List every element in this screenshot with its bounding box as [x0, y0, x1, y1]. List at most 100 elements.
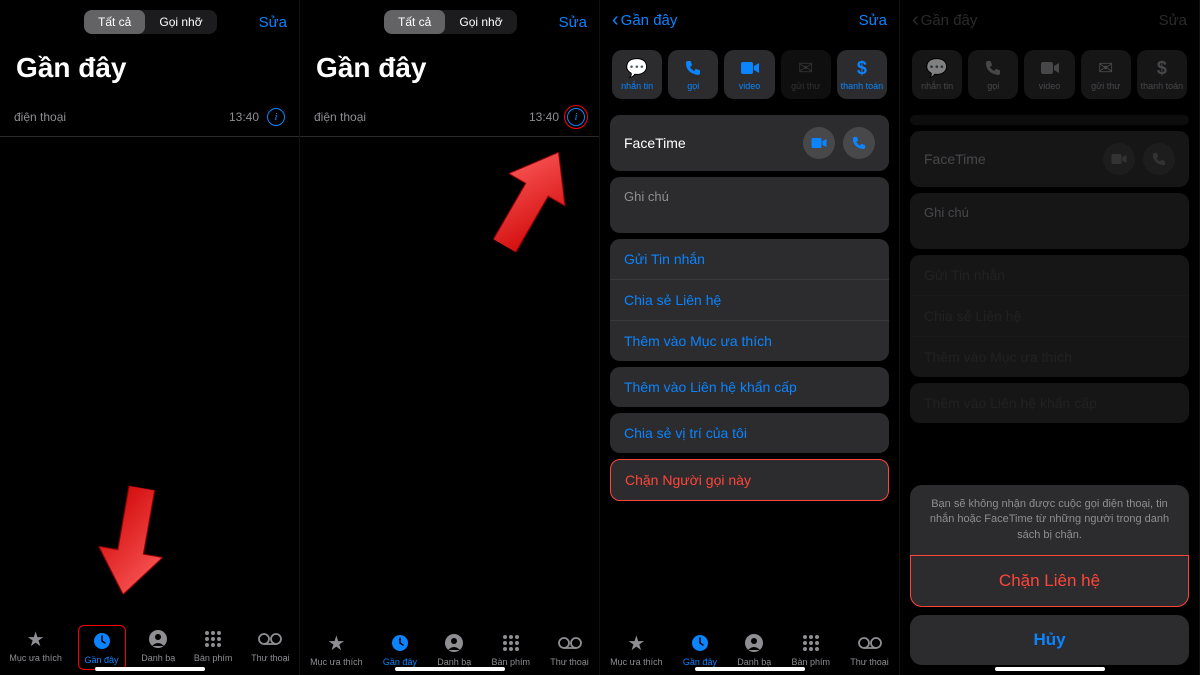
topbar: ‹Gần đây Sửa	[900, 0, 1199, 40]
tab-recents[interactable]: Gần đây	[683, 632, 717, 667]
topbar: Tất cả Gọi nhỡ Sửa	[300, 0, 599, 44]
action-sheet: Bạn sẽ không nhận được cuộc gọi điện tho…	[900, 475, 1199, 675]
notes-section[interactable]: Ghi chú	[610, 177, 889, 233]
mail-icon: ✉	[798, 58, 813, 78]
mail-icon: ✉	[1098, 58, 1113, 78]
call-label: điện thoại	[314, 110, 366, 124]
person-icon	[148, 628, 168, 650]
call-row[interactable]: điện thoại 13:40 i	[0, 98, 299, 137]
placeholder	[910, 115, 1189, 125]
tab-contacts[interactable]: Danh bạ	[737, 632, 771, 667]
edit-button[interactable]: Sửa	[559, 14, 587, 31]
screen-1: Tất cả Gọi nhỡ Sửa Gần đây điện thoại 13…	[0, 0, 300, 675]
home-indicator[interactable]	[995, 667, 1105, 671]
notes-section: Ghi chú	[910, 193, 1189, 249]
tab-favorites[interactable]: ★Mục ưa thích	[9, 628, 62, 667]
sheet-cancel-button[interactable]: Hủy	[910, 615, 1189, 665]
info-icon[interactable]: i	[567, 108, 585, 126]
tab-keypad[interactable]: Bàn phím	[791, 632, 830, 667]
call-row[interactable]: điện thoại 13:40 i	[300, 98, 599, 137]
seg-missed[interactable]: Gọi nhỡ	[145, 10, 216, 34]
screen-3: ‹Gần đây Sửa 💬nhắn tin gọi video ✉gửi th…	[600, 0, 900, 675]
menu-list-2: Thêm vào Liên hệ khẩn cấp	[610, 367, 889, 407]
menu-share-contact: Chia sẻ Liên hệ	[910, 296, 1189, 337]
action-pay: $thanh toán	[1137, 50, 1187, 99]
person-icon	[744, 632, 764, 654]
menu-add-favorite: Thêm vào Mục ưa thích	[910, 337, 1189, 377]
menu-list-2: Thêm vào Liên hệ khẩn cấp	[910, 383, 1189, 423]
seg-missed[interactable]: Gọi nhỡ	[445, 10, 516, 34]
tab-contacts[interactable]: Danh bạ	[141, 628, 175, 667]
action-message[interactable]: 💬nhắn tin	[612, 50, 662, 99]
home-indicator[interactable]	[695, 667, 805, 671]
tab-favorites[interactable]: ★Mục ưa thích	[310, 632, 363, 667]
star-icon: ★	[27, 628, 45, 650]
back-button[interactable]: ‹Gần đây	[612, 10, 677, 30]
action-video[interactable]: video	[724, 50, 774, 99]
tab-voicemail[interactable]: Thư thoại	[850, 632, 889, 667]
tab-voicemail[interactable]: Thư thoại	[251, 628, 290, 667]
seg-all[interactable]: Tất cả	[384, 10, 445, 34]
tab-recents[interactable]: Gần đây	[383, 632, 417, 667]
action-mail: ✉gửi thư	[1081, 50, 1131, 99]
menu-emergency[interactable]: Thêm vào Liên hệ khẩn cấp	[610, 367, 889, 407]
facetime-row: FaceTime	[610, 115, 889, 171]
dollar-icon: $	[1157, 58, 1167, 78]
action-row: 💬nhắn tin gọi video ✉gửi thư $thanh toán	[600, 40, 899, 109]
menu-add-favorite[interactable]: Thêm vào Mục ưa thích	[610, 321, 889, 361]
star-icon: ★	[327, 632, 345, 654]
tab-voicemail[interactable]: Thư thoại	[550, 632, 589, 667]
tab-keypad[interactable]: Bàn phím	[194, 628, 233, 667]
action-call[interactable]: gọi	[668, 50, 718, 99]
clock-icon	[92, 630, 112, 652]
edit-button[interactable]: Sửa	[859, 12, 887, 29]
menu-send-message: Gửi Tin nhắn	[910, 255, 1189, 296]
pointer-arrow	[476, 136, 586, 262]
keypad-icon	[501, 632, 521, 654]
action-pay[interactable]: $thanh toán	[837, 50, 887, 99]
keypad-icon	[801, 632, 821, 654]
sheet-block-button[interactable]: Chặn Liên hệ	[910, 555, 1189, 607]
facetime-audio-button	[1143, 143, 1175, 175]
pointer-arrow	[91, 482, 174, 600]
back-button: ‹Gần đây	[912, 10, 977, 30]
tab-favorites[interactable]: ★Mục ưa thích	[610, 632, 663, 667]
video-icon	[1041, 58, 1059, 78]
call-time: 13:40	[529, 110, 559, 124]
home-indicator[interactable]	[95, 667, 205, 671]
facetime-row: FaceTime	[910, 131, 1189, 187]
tab-keypad[interactable]: Bàn phím	[491, 632, 530, 667]
action-row: 💬nhắn tin gọi video ✉gửi thư $thanh toán	[900, 40, 1199, 109]
edit-button[interactable]: Sửa	[259, 14, 287, 31]
video-icon	[741, 58, 759, 78]
star-icon: ★	[627, 632, 645, 654]
segment-control[interactable]: Tất cả Gọi nhỡ	[84, 10, 217, 34]
seg-all[interactable]: Tất cả	[84, 10, 145, 34]
menu-block-caller[interactable]: Chặn Người gọi này	[610, 459, 889, 501]
facetime-label: FaceTime	[924, 151, 986, 167]
menu-send-message[interactable]: Gửi Tin nhắn	[610, 239, 889, 280]
action-mail: ✉gửi thư	[781, 50, 831, 99]
action-call: gọi	[968, 50, 1018, 99]
facetime-audio-button[interactable]	[843, 127, 875, 159]
menu-share-contact[interactable]: Chia sẻ Liên hệ	[610, 280, 889, 321]
segment-control[interactable]: Tất cả Gọi nhỡ	[384, 10, 517, 34]
menu-list-3: Chia sẻ vị trí của tôi	[610, 413, 889, 453]
facetime-video-button[interactable]	[803, 127, 835, 159]
screen-2: Tất cả Gọi nhỡ Sửa Gần đây điện thoại 13…	[300, 0, 600, 675]
page-title: Gần đây	[300, 44, 599, 98]
clock-icon	[390, 632, 410, 654]
chevron-left-icon: ‹	[912, 10, 919, 30]
facetime-label: FaceTime	[624, 135, 686, 151]
sheet-message: Bạn sẽ không nhận được cuộc gọi điện tho…	[910, 485, 1189, 555]
call-time: 13:40	[229, 110, 259, 124]
tab-recents[interactable]: Gần đây	[81, 628, 123, 667]
menu-list-1: Gửi Tin nhắn Chia sẻ Liên hệ Thêm vào Mụ…	[610, 239, 889, 361]
voicemail-icon	[258, 628, 282, 650]
menu-share-location[interactable]: Chia sẻ vị trí của tôi	[610, 413, 889, 453]
home-indicator[interactable]	[395, 667, 505, 671]
voicemail-icon	[858, 632, 882, 654]
tab-contacts[interactable]: Danh bạ	[437, 632, 471, 667]
info-icon[interactable]: i	[267, 108, 285, 126]
message-icon: 💬	[626, 58, 648, 78]
